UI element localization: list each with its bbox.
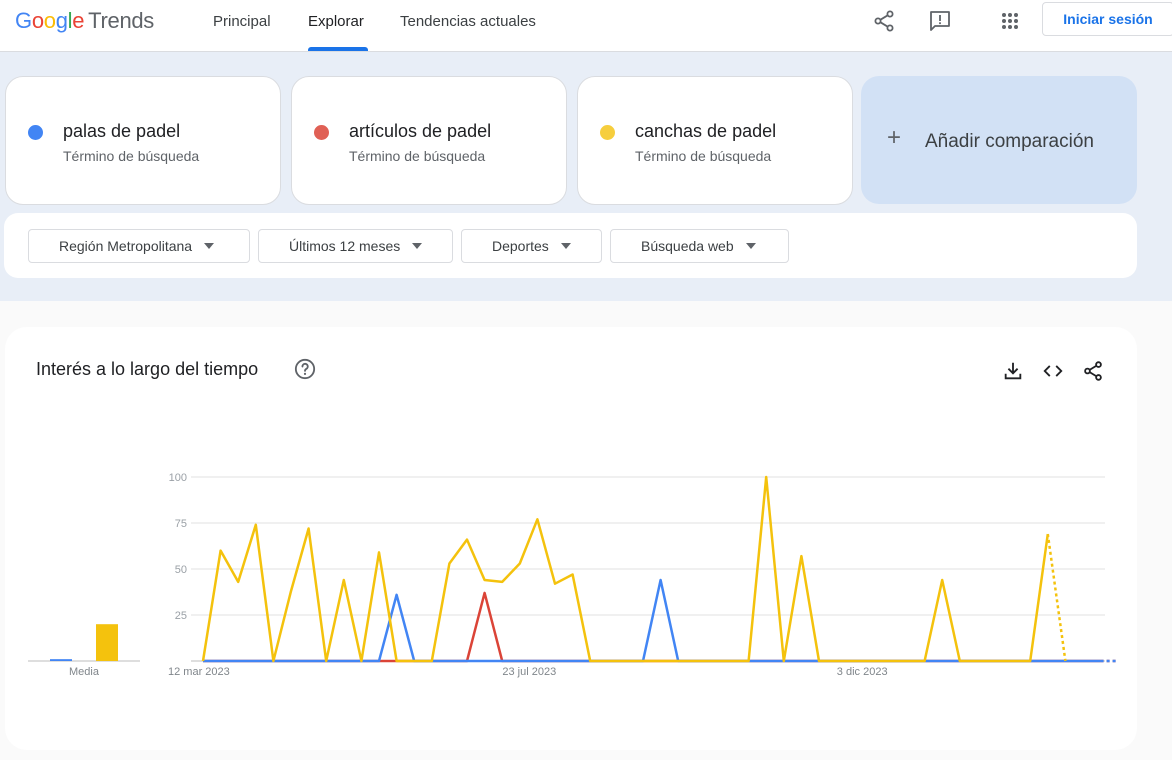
logo-trends-text: Trends: [88, 8, 155, 33]
chevron-down-icon: [204, 243, 215, 249]
term-color-dot: [600, 125, 615, 140]
signin-button[interactable]: Iniciar sesión: [1042, 2, 1172, 36]
term-name: artículos de padel: [349, 121, 492, 141]
nav-explorar[interactable]: Explorar: [308, 13, 364, 30]
time-range-dropdown[interactable]: Últimos 12 meses: [258, 229, 453, 263]
interest-line-chart: 25 50 75 100 12 mar 2023 23 jul 2023 3 dic 202…: [28, 472, 1119, 678]
add-comparison-label: Añadir comparación: [925, 131, 1094, 152]
series-line-0: [203, 578, 1101, 663]
term-name: palas de padel: [63, 121, 181, 141]
x-tick-label: 23 jul 2023: [502, 666, 556, 678]
y-tick-label: 100: [169, 472, 187, 484]
chevron-down-icon: [745, 243, 756, 249]
nav-active-indicator: [308, 47, 368, 51]
chevron-down-icon: [412, 243, 423, 249]
term-card-palas[interactable]: palas de padel Término de búsqueda: [5, 76, 281, 205]
region-dropdown[interactable]: Región Metropolitana: [28, 229, 250, 263]
term-card-canchas[interactable]: canchas de padel Término de búsqueda: [577, 76, 853, 205]
x-tick-label: 3 dic 2023: [837, 666, 888, 678]
category-dropdown[interactable]: Deportes: [461, 229, 602, 263]
google-trends-logo[interactable]: Google Trends: [15, 8, 154, 34]
chart-grid: 25 50 75 100 12 mar 2023 23 jul 2023 3 dic 202…: [168, 472, 1105, 678]
apps-grid-icon[interactable]: [998, 9, 1022, 33]
y-tick-label: 75: [175, 518, 187, 530]
interest-over-time-card: Interés a lo largo del tiempo 25 50 75 100 1…: [5, 327, 1137, 750]
series-partial-segment-2: [1046, 533, 1067, 662]
plus-icon: +: [887, 124, 902, 151]
share-icon[interactable]: [872, 9, 896, 33]
average-bars: Media: [28, 624, 140, 678]
y-tick-label: 50: [175, 564, 187, 576]
region-dropdown-label: Región Metropolitana: [59, 238, 193, 254]
chevron-down-icon: [560, 243, 571, 249]
average-label: Media: [69, 666, 100, 678]
term-type: Término de búsqueda: [63, 148, 200, 164]
term-card-articulos[interactable]: artículos de padel Término de búsqueda: [291, 76, 567, 205]
filter-bar: Región Metropolitana Últimos 12 meses De…: [4, 213, 1137, 278]
feedback-icon[interactable]: [928, 9, 952, 33]
nav-principal[interactable]: Principal: [213, 13, 271, 30]
nav-tendencias-actuales[interactable]: Tendencias actuales: [400, 13, 536, 30]
term-type: Término de búsqueda: [635, 148, 772, 164]
top-bar: Google Trends Principal Explorar Tendenci…: [0, 0, 1172, 52]
time-range-dropdown-label: Últimos 12 meses: [289, 238, 401, 254]
search-type-dropdown[interactable]: Búsqueda web: [610, 229, 789, 263]
term-color-dot: [314, 125, 329, 140]
search-type-dropdown-label: Búsqueda web: [641, 238, 734, 254]
term-name: canchas de padel: [635, 121, 777, 141]
add-comparison-button[interactable]: + Añadir comparación: [861, 76, 1137, 204]
x-tick-label: 12 mar 2023: [168, 666, 230, 678]
term-color-dot: [28, 125, 43, 140]
y-tick-label: 25: [175, 610, 187, 622]
term-type: Término de búsqueda: [349, 148, 486, 164]
category-dropdown-label: Deportes: [492, 238, 549, 254]
average-bar: [96, 624, 118, 661]
average-bar: [50, 659, 72, 661]
